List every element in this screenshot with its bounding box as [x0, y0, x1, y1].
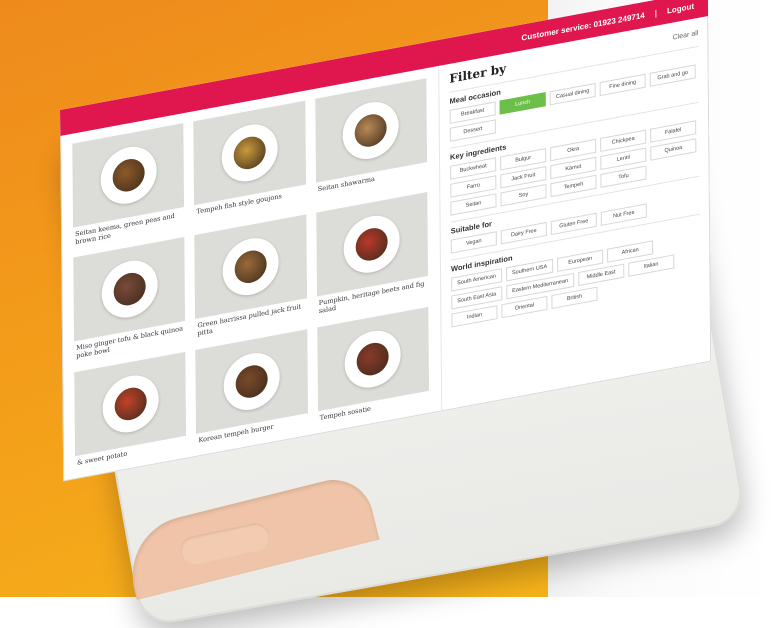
clear-all-link[interactable]: Clear all [673, 29, 699, 41]
food-swatch [356, 339, 390, 378]
dish-grid: Seitan keema, green peas and brown rice … [60, 66, 441, 481]
filter-chip[interactable]: Fine dining [599, 73, 646, 97]
dish-card[interactable]: Green harrissa pulled jack fruit pitta [194, 214, 307, 342]
food-swatch [235, 362, 268, 400]
dish-card[interactable]: & sweet potato [74, 351, 187, 477]
food-swatch [234, 248, 267, 286]
dish-card[interactable]: Seitan keema, green peas and brown rice [72, 123, 185, 250]
filter-chip[interactable]: Soy [500, 183, 547, 207]
filter-chip[interactable]: Quinoa [650, 138, 697, 161]
dish-card[interactable]: Pumpkin, heritage beets and fig salad [315, 192, 429, 319]
plate-icon [223, 347, 280, 415]
filter-chip[interactable]: Grab and go [649, 64, 696, 87]
plate-icon [222, 233, 279, 301]
food-swatch [113, 270, 146, 309]
filter-chip[interactable]: Dessert [449, 119, 496, 142]
filter-chip[interactable]: Italian [628, 254, 675, 277]
plate-icon [221, 119, 278, 187]
dish-card[interactable]: Miso ginger tofu & black quinoa poke bow… [73, 237, 186, 364]
logout-link[interactable]: Logout [667, 1, 694, 15]
plate-icon [344, 325, 402, 392]
plate-icon [343, 211, 401, 278]
filter-chip[interactable]: Tempeh [550, 174, 597, 198]
filter-chip-active[interactable]: Lunch [499, 92, 546, 115]
filter-chip[interactable]: Dairy Free [500, 221, 547, 245]
food-swatch [355, 225, 389, 264]
filter-chip[interactable]: British [551, 286, 598, 310]
food-swatch [112, 156, 145, 195]
food-swatch [114, 384, 147, 423]
filter-panel: Filter by Clear all Meal occasion Breakf… [438, 16, 712, 412]
food-swatch [354, 111, 388, 150]
dish-card[interactable]: Seitan shawarma [314, 78, 428, 205]
plate-icon [102, 370, 159, 437]
food-swatch [233, 133, 266, 172]
filter-chip[interactable]: Indian [451, 305, 498, 328]
filter-chip[interactable]: Vegan [450, 231, 497, 254]
topbar-separator: | [654, 8, 658, 18]
dish-card[interactable]: Korean tempeh burger [195, 328, 308, 455]
filter-chip[interactable]: Nut Free [600, 203, 647, 226]
plate-icon [342, 97, 400, 164]
filter-chip[interactable]: Middle East [578, 263, 625, 287]
tablet-scene: Customer service: 01923 249714 | Logout … [0, 0, 774, 628]
dish-card[interactable]: Tempeh fish style goujons [193, 100, 306, 228]
dish-card[interactable]: Tempeh sosatie [316, 306, 430, 432]
filter-chip[interactable]: Gluten Free [550, 212, 597, 236]
filter-chip[interactable]: Oriental [501, 295, 548, 319]
plate-icon [100, 142, 157, 209]
plate-icon [101, 256, 158, 323]
filter-chip[interactable]: Casual dining [549, 82, 596, 106]
filter-chip[interactable]: Seitan [450, 193, 497, 216]
filter-chip[interactable]: Tofu [600, 165, 647, 188]
